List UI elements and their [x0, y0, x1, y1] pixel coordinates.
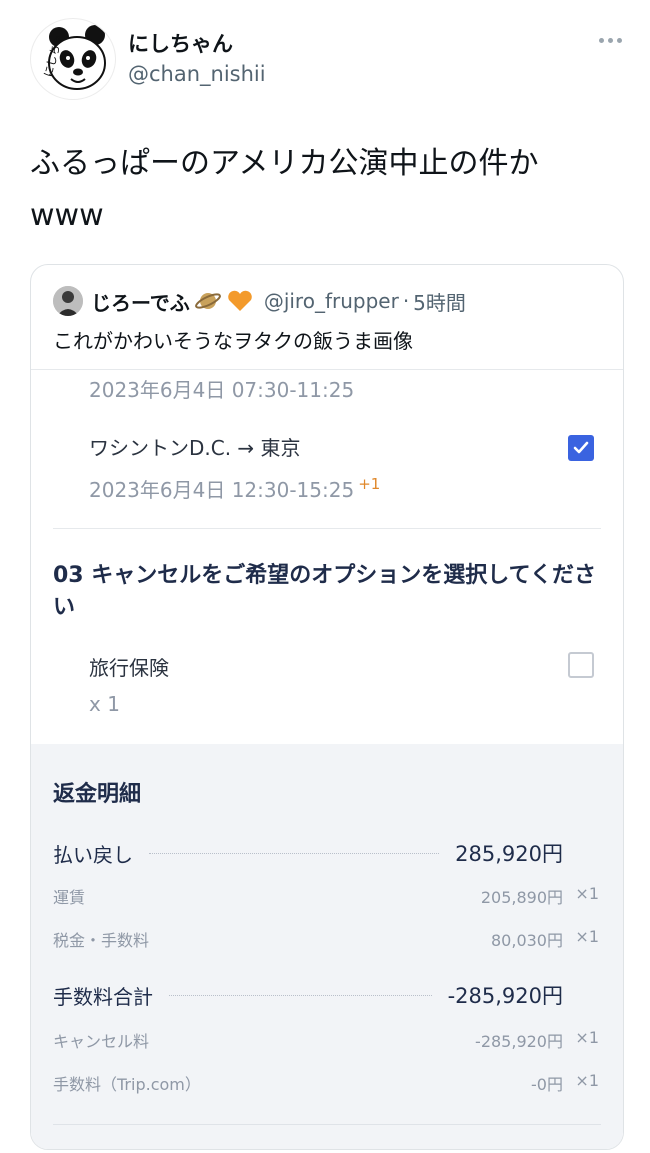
separator-dot: ·: [402, 289, 410, 313]
trip-fee-row: 手数料（Trip.com） -0円 ×1: [53, 1071, 599, 1094]
quote-timestamp[interactable]: 5時間: [413, 287, 466, 316]
author-handle[interactable]: @chan_nishii: [128, 62, 266, 86]
flight-checkbox[interactable]: [568, 435, 594, 461]
plus-day-badge: +1: [358, 475, 381, 494]
fare-row: 運賃 205,890円 ×1: [53, 884, 599, 907]
tax-row: 税金・手数料 80,030円 ×1: [53, 927, 599, 950]
option-quantity: x 1: [89, 692, 120, 716]
flight-date-1: 2023年6月4日 07:30-11:25: [89, 378, 355, 402]
panda-avatar-icon: にしちゃ: [42, 25, 106, 90]
attached-image[interactable]: 2023年6月4日 07:30-11:25 ワシントンD.C. → 東京 202…: [31, 369, 623, 1149]
cancel-fee-row: キャンセル料 -285,920円 ×1: [53, 1028, 599, 1051]
quote-header: じろーでふ @jiro_frupper · 5時間: [53, 285, 466, 317]
avatar[interactable]: にしちゃ: [30, 18, 116, 100]
refund-details-panel: 返金明細 払い戻し 285,920円 運賃 205,890円 ×1 税金・手数料…: [31, 744, 623, 1149]
orange-heart-icon: [226, 289, 254, 313]
quote-author-handle[interactable]: @jiro_frupper: [264, 289, 399, 313]
refund-title: 返金明細: [53, 782, 142, 807]
flight-date-2: 2023年6月4日 12:30-15:25 +1: [89, 475, 381, 502]
section-title: 03 キャンセルをご希望のオプションを選択してください: [53, 563, 596, 620]
divider: [53, 1124, 601, 1125]
quote-tweet-card[interactable]: じろーでふ @jiro_frupper · 5時間 これがかわいそうなヲタクの飯…: [30, 264, 624, 1150]
flight-route: ワシントンD.C. → 東京: [89, 436, 301, 460]
author-name[interactable]: にしちゃん: [128, 28, 233, 58]
quote-author-name[interactable]: じろーでふ: [91, 287, 190, 316]
fee-total-row: 手数料合計 -285,920円: [53, 980, 563, 1010]
refund-amount: 285,920円: [455, 842, 563, 866]
quote-text: これがかわいそうなヲタクの飯うま画像: [53, 329, 413, 353]
divider: [53, 528, 601, 529]
quote-avatar[interactable]: [53, 286, 83, 316]
fee-total-amount: -285,920円: [447, 984, 563, 1008]
more-options-icon[interactable]: [599, 38, 622, 43]
insurance-checkbox[interactable]: [568, 652, 594, 678]
saturn-icon: [194, 289, 222, 313]
refund-row: 払い戻し 285,920円: [53, 838, 563, 868]
option-label-insurance: 旅行保険: [89, 656, 169, 680]
tweet-text: ふるっぱーのアメリカ公演中止の件か www: [30, 146, 539, 233]
checkmark-icon: [573, 441, 589, 454]
